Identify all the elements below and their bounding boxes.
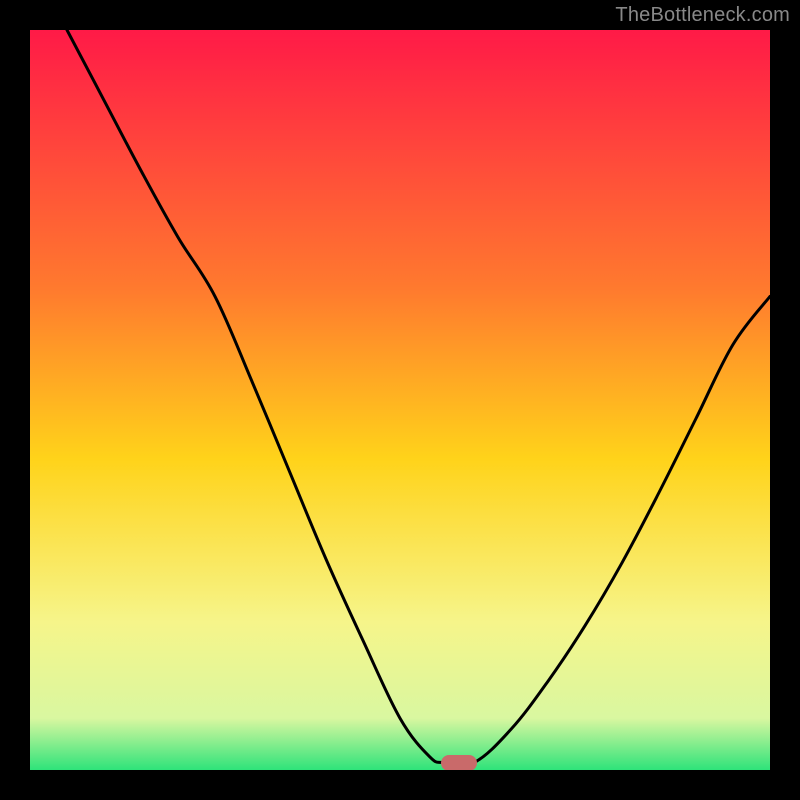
plot-area <box>30 30 770 770</box>
chart-frame: TheBottleneck.com <box>0 0 800 800</box>
gradient-background <box>30 30 770 770</box>
watermark-text: TheBottleneck.com <box>615 4 790 27</box>
bottleneck-chart <box>30 30 770 770</box>
